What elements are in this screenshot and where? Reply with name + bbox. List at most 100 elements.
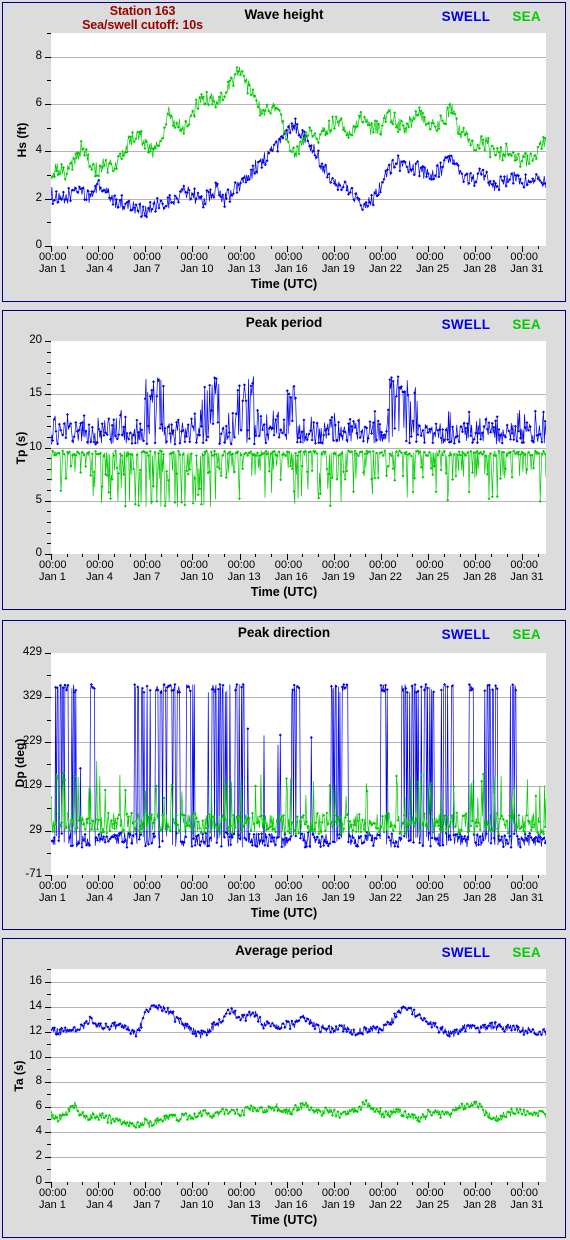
- panel-peak-period: Peak period SWELL SEA Tp (s) 0 5 10 15 20 00:0…: [2, 310, 566, 610]
- x-minor-tick: [130, 554, 131, 557]
- series-layer: [51, 66, 546, 219]
- x-minor-tick: [350, 246, 351, 249]
- x-tick-time: 00:00: [463, 880, 491, 892]
- x-tick-time: 00:00: [274, 880, 303, 892]
- x-tick-label: 00:00 Jan 4: [86, 880, 114, 904]
- x-tick-label: 00:00 Jan 31: [510, 251, 543, 275]
- x-tick-time: 00:00: [369, 559, 397, 571]
- x-minor-tick: [397, 246, 398, 249]
- x-minor-tick: [224, 554, 225, 557]
- x-minor-tick: [507, 1182, 508, 1185]
- y-minor-tick: [47, 128, 51, 129]
- x-tick-time: 00:00: [369, 251, 397, 263]
- x-tick-time: 00:00: [227, 880, 256, 892]
- x-minor-tick: [507, 875, 508, 878]
- x-tick-date: Jan 22: [369, 570, 403, 583]
- x-minor-tick: [507, 246, 508, 249]
- x-minor-tick: [365, 875, 366, 878]
- y-tick: [45, 1157, 51, 1158]
- y-tick: [45, 982, 51, 983]
- x-tick-time: 00:00: [510, 251, 538, 263]
- y-tick-label: 0: [35, 1175, 42, 1187]
- y-tick: [45, 1007, 51, 1008]
- x-tick-time: 00:00: [369, 1187, 397, 1199]
- x-tick-date: Jan 10: [180, 570, 214, 583]
- x-minor-tick: [365, 1182, 366, 1185]
- x-minor-tick: [255, 246, 256, 249]
- y-minor-tick: [47, 479, 51, 480]
- x-tick-label: 00:00 Jan 25: [416, 251, 449, 275]
- y-tick-label: 0: [35, 547, 42, 559]
- x-minor-tick: [491, 246, 492, 249]
- x-minor-tick: [491, 875, 492, 878]
- x-tick-date: Jan 7: [133, 570, 161, 583]
- x-tick-time: 00:00: [321, 559, 350, 571]
- x-tick-date: Jan 19: [321, 570, 355, 583]
- x-minor-tick: [82, 875, 83, 878]
- x-minor-tick: [161, 554, 162, 557]
- x-axis-title: Time (UTC): [250, 1213, 318, 1227]
- x-tick-time: 00:00: [463, 251, 491, 263]
- y-tick: [45, 786, 51, 787]
- x-tick-date: Jan 13: [227, 891, 261, 904]
- x-tick-time: 00:00: [416, 251, 444, 263]
- x-minor-tick: [444, 875, 445, 878]
- y-tick-label: 229: [22, 735, 42, 747]
- x-tick-label: 00:00 Jan 28: [463, 1187, 496, 1211]
- x-tick-date: Jan 25: [416, 570, 450, 583]
- x-minor-tick: [224, 875, 225, 878]
- series-layer: [51, 1003, 546, 1130]
- y-tick-label: 5: [35, 494, 42, 506]
- y-tick-label: 329: [22, 690, 42, 702]
- x-tick-date: Jan 16: [274, 1198, 308, 1211]
- y-tick-label: 2: [35, 1150, 42, 1162]
- x-tick-date: Jan 16: [274, 262, 308, 275]
- y-tick-label: 10: [29, 1050, 42, 1062]
- x-tick-time: 00:00: [321, 1187, 350, 1199]
- x-minor-tick: [444, 554, 445, 557]
- x-tick-label: 00:00 Jan 1: [39, 251, 67, 275]
- x-tick-date: Jan 28: [463, 891, 497, 904]
- y-minor-tick: [47, 1069, 51, 1070]
- x-minor-tick: [412, 554, 413, 557]
- x-tick-date: Jan 16: [274, 570, 308, 583]
- y-minor-tick: [47, 458, 51, 459]
- x-minor-tick: [460, 554, 461, 557]
- y-minor-tick: [47, 373, 51, 374]
- x-minor-tick: [444, 1182, 445, 1185]
- x-tick-label: 00:00 Jan 7: [133, 1187, 161, 1211]
- x-tick-date: Jan 1: [39, 891, 66, 904]
- y-minor-tick: [47, 764, 51, 765]
- x-minor-tick: [255, 1182, 256, 1185]
- y-minor-tick: [47, 511, 51, 512]
- y-minor-tick: [47, 1144, 51, 1145]
- x-tick-time: 00:00: [227, 251, 256, 263]
- x-minor-tick: [365, 554, 366, 557]
- x-minor-tick: [350, 1182, 351, 1185]
- y-tick-label: 16: [29, 975, 42, 987]
- x-minor-tick: [271, 246, 272, 249]
- y-tick: [45, 104, 51, 105]
- x-minor-tick: [507, 554, 508, 557]
- x-minor-tick: [397, 875, 398, 878]
- x-tick-time: 00:00: [180, 880, 208, 892]
- x-minor-tick: [114, 875, 115, 878]
- x-minor-tick: [460, 875, 461, 878]
- y-minor-tick: [47, 469, 51, 470]
- y-tick: [45, 1032, 51, 1033]
- x-tick-time: 00:00: [510, 1187, 538, 1199]
- y-minor-tick: [47, 522, 51, 523]
- y-minor-tick: [47, 362, 51, 363]
- x-minor-tick: [365, 246, 366, 249]
- x-minor-tick: [460, 246, 461, 249]
- x-tick-label: 00:00 Jan 13: [228, 1187, 261, 1211]
- x-minor-tick: [271, 1182, 272, 1185]
- y-tick-label: 15: [29, 387, 42, 399]
- y-tick-label: 4: [35, 1125, 42, 1137]
- x-tick-date: Jan 1: [39, 262, 66, 275]
- x-minor-tick: [224, 246, 225, 249]
- x-minor-tick: [208, 1182, 209, 1185]
- x-tick-time: 00:00: [86, 1187, 114, 1199]
- y-tick-label: 6: [35, 97, 42, 109]
- x-tick-label: 00:00 Jan 4: [86, 251, 114, 275]
